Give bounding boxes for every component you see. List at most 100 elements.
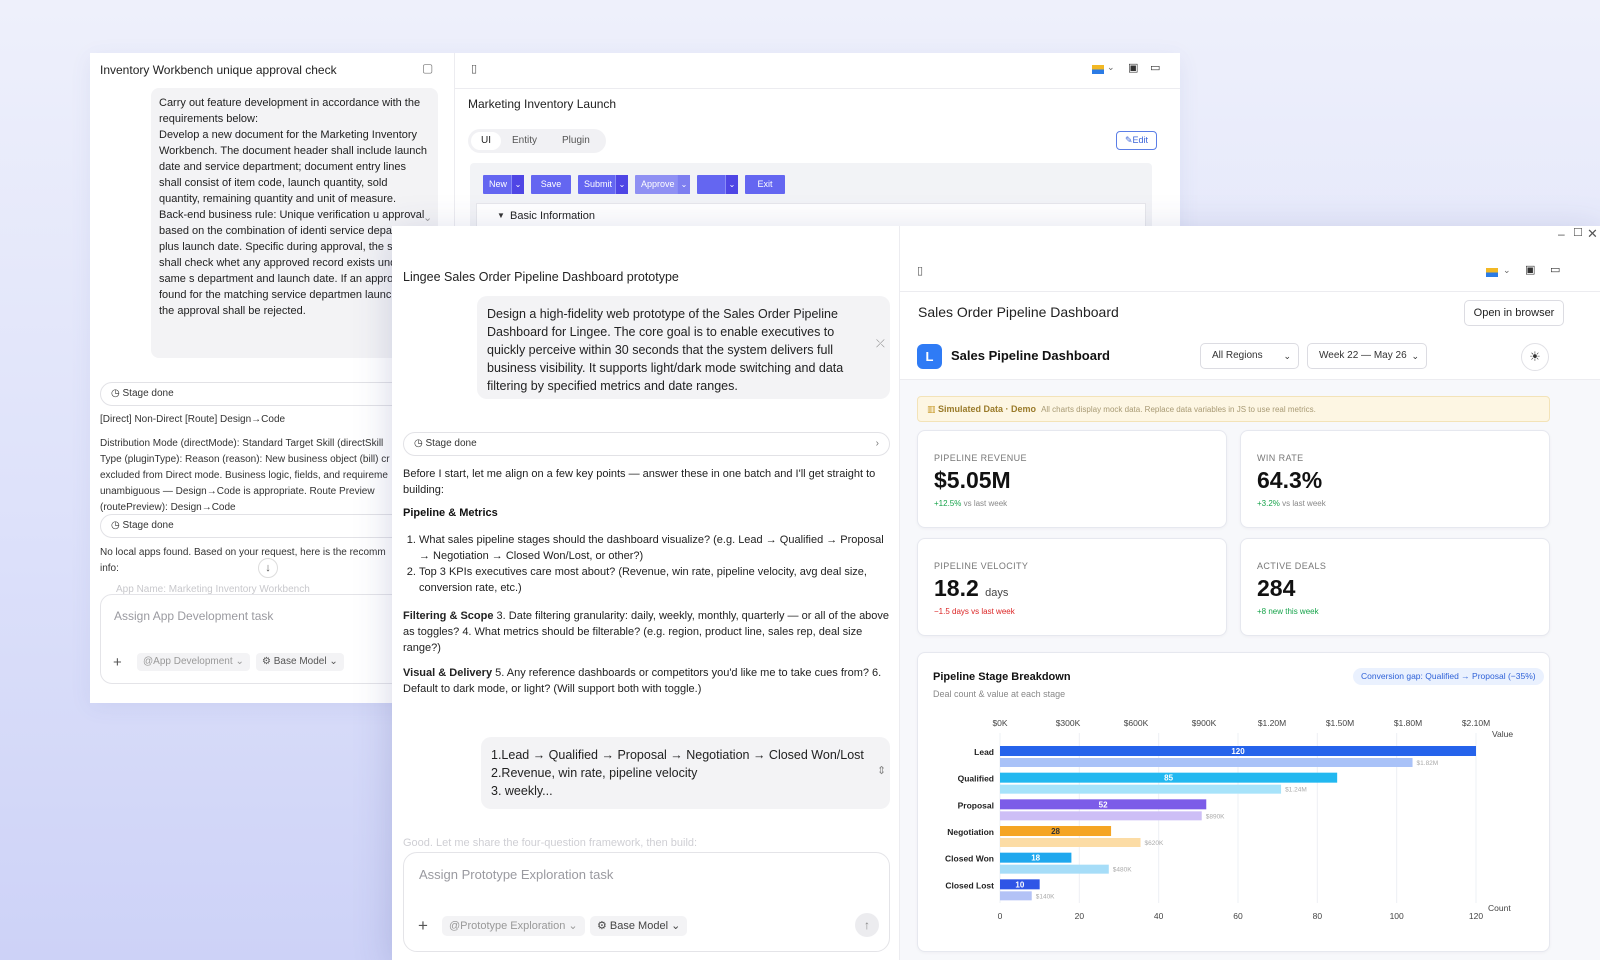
x2-tick-label: $1.20M	[1258, 718, 1286, 728]
chat-input-placeholder[interactable]: Assign Prototype Exploration task	[419, 867, 613, 882]
demo-banner: ▥ Simulated Data · Demo All charts displ…	[917, 396, 1550, 422]
week-select[interactable]: Week 22 — May 26 ⌄	[1307, 343, 1427, 369]
chat-input-box[interactable]: Assign Prototype Exploration task + @Pro…	[403, 852, 890, 952]
kpi-delta: +12.5% vs last week	[934, 499, 1007, 508]
stage-status[interactable]: ◷ Stage done ›	[403, 432, 890, 456]
kpi-delta-note: days vs last week	[952, 607, 1015, 616]
skill-chip-label: @App Development	[143, 656, 233, 667]
approve-label: Approve	[641, 179, 675, 189]
sidebar-toggle-icon[interactable]: ▯	[917, 266, 923, 277]
new-label: New	[489, 179, 508, 189]
scroll-down-icon[interactable]: ↓	[258, 558, 278, 578]
kpi-label: PIPELINE VELOCITY	[934, 561, 1029, 571]
category-label: Closed Lost	[945, 880, 994, 890]
chevron-down-icon[interactable]: ⌄	[677, 175, 690, 194]
tab-plugin[interactable]: Plugin	[562, 132, 590, 150]
region-select-value: All Regions	[1212, 350, 1263, 361]
send-icon[interactable]: ↑	[855, 913, 879, 937]
dashboard-preview: L Sales Pipeline Dashboard All Regions ⌄ …	[900, 334, 1600, 960]
kpi-card-velocity: PIPELINE VELOCITY 18.2 days −1.5 days vs…	[917, 538, 1227, 636]
banner-text: All charts display mock data. Replace da…	[1041, 405, 1316, 414]
chevron-down-icon: ⌄	[568, 920, 578, 932]
check-circle-icon: ◷	[111, 520, 123, 531]
expand-icon[interactable]: ⇕	[877, 766, 886, 777]
kpi-unit: days	[985, 587, 1009, 599]
count-label: 18	[1031, 854, 1040, 863]
dashboard-header: L Sales Pipeline Dashboard All Regions ⌄ …	[900, 334, 1600, 380]
plus-icon[interactable]: +	[113, 655, 122, 670]
open-in-browser-button[interactable]: Open in browser	[1464, 300, 1564, 326]
x-tick-label: 20	[1075, 911, 1085, 921]
value-bar	[1000, 784, 1282, 794]
model-chip[interactable]: ⚙ Base Model ⌄	[590, 916, 688, 936]
skill-chip[interactable]: @App Development ⌄	[137, 653, 250, 671]
stage-label: Stage done	[122, 388, 174, 399]
submit-button[interactable]: Submit ⌄	[578, 175, 628, 194]
preview-title: Sales Order Pipeline Dashboard	[918, 304, 1119, 320]
new-button[interactable]: New ⌄	[483, 175, 524, 194]
divider	[455, 88, 1180, 89]
x-axis-label: Count	[1488, 903, 1511, 913]
collapse-icon[interactable]: ⤫	[876, 339, 885, 350]
kpi-delta-value: +8	[1257, 607, 1267, 616]
sidebar-toggle-icon[interactable]: ▯	[471, 64, 477, 75]
folder-color-icon[interactable]	[1092, 65, 1104, 74]
stage-status[interactable]: ◷ Stage done	[100, 382, 440, 406]
count-label: 10	[1015, 880, 1024, 889]
folder-color-icon[interactable]	[1486, 268, 1498, 277]
stage-status-2[interactable]: ◷ Stage done	[100, 514, 440, 538]
theme-toggle-sun-icon[interactable]: ☀	[1521, 343, 1549, 371]
visual-paragraph: Visual & Delivery 5. Any reference dashb…	[403, 665, 893, 697]
value-bar	[1000, 838, 1141, 847]
dashboard-title: Sales Pipeline Dashboard	[951, 348, 1110, 363]
kpi-delta: +3.2% vs last week	[1257, 499, 1326, 508]
section-title: Basic Information	[510, 210, 595, 222]
tab-ui[interactable]: UI	[471, 132, 501, 150]
skill-chip[interactable]: @Prototype Exploration ⌄	[442, 916, 585, 936]
x2-tick-label: $600K	[1124, 718, 1149, 728]
chevron-down-icon[interactable]: ⌄	[1107, 63, 1115, 72]
tab-entity[interactable]: Entity	[512, 132, 537, 150]
x-tick-label: 60	[1233, 911, 1243, 921]
x2-tick-label: $1.80M	[1394, 718, 1422, 728]
submit-label: Submit	[584, 179, 613, 189]
chevron-down-icon: ⌄	[1283, 351, 1291, 361]
caret-down-icon: ▼	[497, 211, 505, 220]
chat-input-placeholder[interactable]: Assign App Development task	[114, 609, 273, 623]
chevron-down-icon[interactable]: ⌄	[511, 175, 524, 194]
kpi-value: 284	[1257, 575, 1296, 601]
collapse-icon[interactable]: ⌄	[423, 213, 432, 224]
chevron-down-icon[interactable]: ⌄	[615, 175, 628, 194]
edit-button[interactable]: ✎Edit	[1116, 131, 1157, 150]
kpi-value: 18.2 days	[934, 575, 1008, 602]
stage-label: Stage done	[425, 438, 477, 449]
folder-icon[interactable]: ▭	[1150, 63, 1160, 74]
question-2: Top 3 KPIs executives care most about? (…	[419, 564, 893, 596]
pipeline-bar-chart: 0 20 40 60 80 100 120 $0K $300K $600K $900K $1.20M $…	[945, 718, 1513, 921]
more-button[interactable]: ⌄	[697, 175, 738, 194]
exit-button[interactable]: Exit	[745, 175, 785, 194]
reply-line-2: 2.Revenue, win rate, pipeline velocity	[491, 766, 698, 780]
chevron-down-icon: ⌄	[671, 920, 681, 932]
chart-icon: ▥	[927, 404, 939, 414]
save-button[interactable]: Save	[531, 175, 571, 194]
new-note-icon[interactable]: ▢	[422, 62, 433, 74]
user-message: Design a high-fidelity web prototype of …	[477, 296, 890, 399]
value-bar	[1000, 891, 1032, 901]
panel-icon[interactable]: ▣	[1128, 63, 1138, 74]
plus-icon[interactable]: +	[418, 917, 428, 934]
chevron-down-icon[interactable]: ⌄	[725, 175, 738, 194]
model-chip-label: Base Model	[273, 656, 327, 667]
approve-button[interactable]: Approve ⌄	[635, 175, 690, 194]
chevron-down-icon[interactable]: ⌄	[1503, 266, 1511, 275]
stage-label: Stage done	[122, 520, 174, 531]
model-chip[interactable]: ⚙ Base Model ⌄	[256, 653, 344, 671]
model-icon: ⚙	[262, 656, 274, 667]
region-select[interactable]: All Regions ⌄	[1200, 343, 1299, 369]
faded-text: Good. Let me share the four-question fra…	[403, 837, 698, 849]
user-reply: 1.Lead → Qualified → Proposal → Negotiat…	[481, 737, 890, 809]
kpi-value: $5.05M	[934, 467, 1011, 493]
panel-icon[interactable]: ▣	[1525, 265, 1535, 276]
folder-icon[interactable]: ▭	[1550, 265, 1560, 276]
conversation-title: Lingee Sales Order Pipeline Dashboard pr…	[403, 270, 679, 284]
